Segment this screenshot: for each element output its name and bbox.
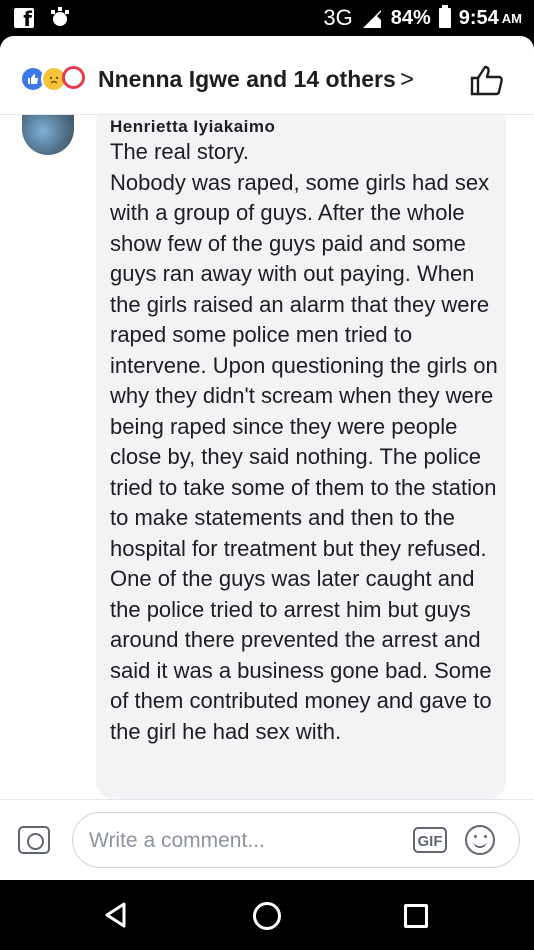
comment: Henrietta Iyiakaimo The real story. Nobo… <box>0 115 534 799</box>
comment-line: The real story. <box>110 139 249 164</box>
likers-summary[interactable]: Nnenna Igwe and 14 others <box>98 66 396 93</box>
android-nav-bar <box>0 880 534 950</box>
home-icon[interactable] <box>253 902 281 930</box>
comment-line: Nobody was raped, some girls had sex wit… <box>110 169 498 744</box>
facebook-notification-icon <box>14 7 34 31</box>
like-thumb-icon[interactable] <box>470 64 504 96</box>
reactions-header[interactable]: Nnenna Igwe and 14 others > <box>0 36 534 116</box>
recent-apps-icon[interactable] <box>404 904 428 928</box>
clock-ampm: AM <box>501 10 522 26</box>
battery-icon <box>438 5 451 28</box>
battery-percent: 84% <box>390 6 431 29</box>
comment-input-wrapper[interactable]: GIF <box>72 812 520 868</box>
emoji-icon[interactable] <box>465 825 495 855</box>
clock-time: 9:54 <box>458 6 499 29</box>
notification-icon <box>51 7 69 26</box>
comment-composer: GIF <box>0 799 534 880</box>
avatar[interactable] <box>22 115 74 155</box>
status-bar: 3G 84% 9:54 AM <box>0 0 534 36</box>
comment-author[interactable]: Henrietta Iyiakaimo <box>110 117 275 137</box>
chevron-right-icon[interactable]: > <box>400 66 414 94</box>
camera-icon[interactable] <box>18 826 50 854</box>
reaction-icons <box>20 66 85 92</box>
back-icon[interactable] <box>104 902 128 928</box>
signal-icon <box>362 10 381 28</box>
gif-button[interactable]: GIF <box>413 827 447 853</box>
comments-screen: Nnenna Igwe and 14 others > Henrietta Iy… <box>0 36 534 880</box>
love-reaction-icon <box>62 66 85 89</box>
comment-text: The real story. Nobody was raped, some g… <box>110 137 500 747</box>
comment-input[interactable] <box>87 825 391 857</box>
network-type: 3G <box>323 5 353 30</box>
